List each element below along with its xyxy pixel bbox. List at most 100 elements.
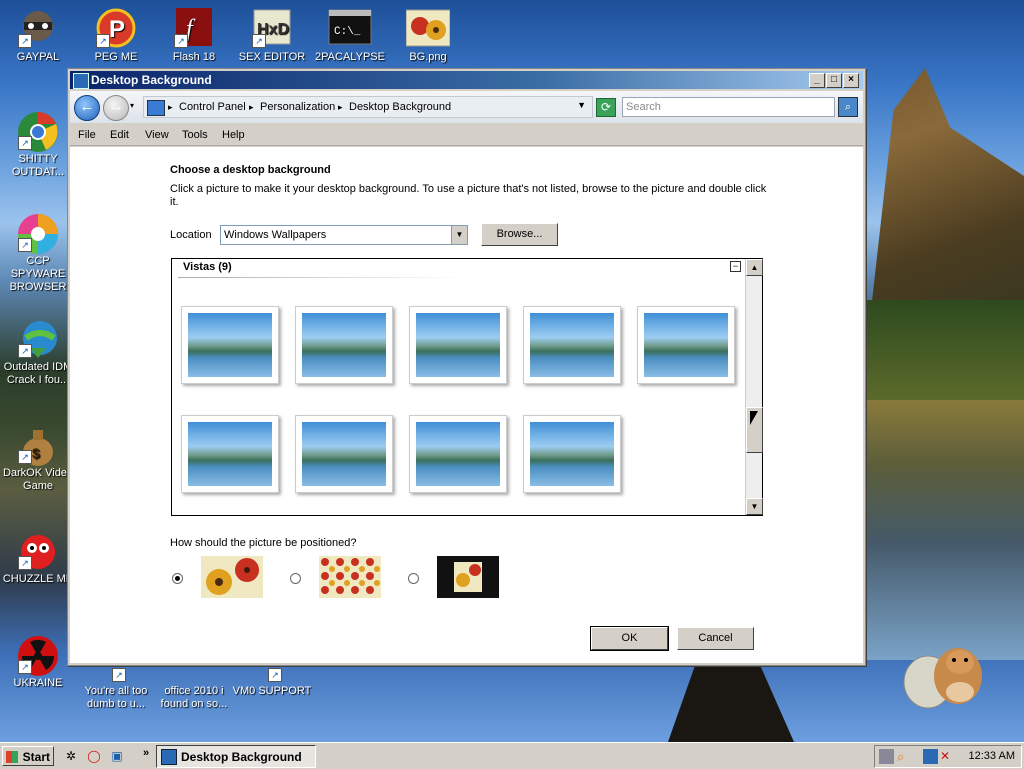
breadcrumb-personalization[interactable]: Personalization [260, 101, 335, 113]
menu-help[interactable]: Help [222, 129, 245, 141]
search-tray-icon[interactable]: ⌕ [897, 749, 912, 764]
wallpaper-thumbnail[interactable] [523, 306, 621, 384]
control-panel-icon [147, 100, 165, 116]
wallpaper-thumbnail[interactable] [295, 306, 393, 384]
network-tray-icon[interactable] [923, 749, 938, 764]
desktop-icon-office-2010[interactable]: office 2010 i found on so... [154, 664, 234, 711]
windows-logo-icon [6, 751, 18, 763]
vista-wallpaper-image [188, 422, 272, 486]
page-description: Click a picture to make it your desktop … [170, 183, 767, 208]
desktop-icon-sex-editor[interactable]: HxD ↗ SEX EDITOR [232, 8, 312, 64]
maximize-button[interactable]: □ [826, 73, 842, 88]
gear-icon[interactable]: ✲ [63, 748, 79, 764]
location-label: Location [170, 229, 212, 241]
svg-text:P: P [109, 16, 125, 43]
desktop-icon-2pacalypse[interactable]: C:\_ 2PACALYPSE [310, 8, 390, 64]
browse-button[interactable]: Browse... [481, 223, 558, 246]
terminal-icon: C:\_ [328, 8, 372, 48]
taskbar: Start ✲ ◯ ▣ » Desktop Background ⌕ ✕ 12:… [0, 742, 1024, 769]
refresh-icon[interactable]: ⟳ [596, 98, 616, 117]
address-dropdown-icon[interactable]: ▼ [577, 100, 586, 110]
breadcrumb-control-panel[interactable]: Control Panel [179, 101, 246, 113]
taskbar-item-label: Desktop Background [181, 750, 302, 764]
chevron-down-icon[interactable]: ▼ [451, 226, 467, 244]
title-bar[interactable]: Desktop Background _ □ × [70, 71, 863, 89]
minimize-button[interactable]: _ [809, 73, 825, 88]
navigation-bar: ← → ▾ ▸ Control Panel ▸ Personalization … [70, 91, 863, 123]
window-title: Desktop Background [91, 73, 212, 87]
flash-icon: f ↗ [172, 8, 216, 48]
raccoon-icon: ↗ [16, 8, 60, 48]
wallpaper-thumbnail[interactable] [637, 306, 735, 384]
scroll-down-icon[interactable]: ▼ [746, 498, 763, 515]
position-center-radio[interactable] [408, 573, 419, 584]
group-divider [178, 277, 464, 278]
vista-wallpaper-image [302, 422, 386, 486]
position-stretch-image[interactable] [201, 556, 263, 598]
search-input[interactable]: Search [622, 97, 835, 117]
position-question: How should the picture be positioned? [170, 537, 357, 549]
scroll-up-icon[interactable]: ▲ [746, 259, 763, 276]
close-button[interactable]: × [843, 73, 859, 88]
system-tray: ⌕ ✕ 12:33 AM [874, 745, 1022, 768]
history-dropdown-icon[interactable]: ▾ [130, 101, 134, 110]
desktop-icon-youre-all-too-dumb[interactable]: ↗ You're all too dumb to u... [76, 664, 156, 711]
start-button[interactable]: Start [2, 746, 54, 766]
desktop-icon-gaypal[interactable]: ↗ GAYPAL [0, 8, 78, 64]
window-icon [161, 749, 177, 765]
position-center-image[interactable] [437, 556, 499, 598]
network-icon[interactable]: ▣ [109, 748, 125, 764]
menu-edit[interactable]: Edit [110, 129, 129, 141]
clock[interactable]: 12:33 AM [969, 750, 1015, 762]
opera-icon[interactable]: ◯ [86, 748, 102, 764]
position-tile-radio[interactable] [290, 573, 301, 584]
forward-arrow-icon: → [108, 98, 124, 115]
back-arrow-icon: ← [79, 98, 95, 115]
search-icon[interactable]: ⌕ [838, 97, 858, 117]
menu-bar: File Edit View Tools Help [70, 125, 863, 146]
quicklaunch-expand-icon[interactable]: » [143, 747, 149, 759]
forward-button[interactable]: → [103, 95, 129, 121]
idm-globe-icon: ↗ [16, 318, 60, 358]
menu-file[interactable]: File [78, 129, 96, 141]
taskbar-item-desktop-background[interactable]: Desktop Background [156, 745, 316, 768]
wallpaper-thumbnail[interactable] [181, 415, 279, 493]
desktop-icon-flash-18[interactable]: f ↗ Flash 18 [154, 8, 234, 64]
location-select[interactable]: Windows Wallpapers ▼ [220, 225, 468, 245]
wallpaper-gallery: Vistas (9) − ▲ ▼ [171, 258, 763, 516]
flower-image-icon [405, 8, 451, 48]
cancel-button[interactable]: Cancel [677, 627, 754, 650]
hamster-image [903, 648, 982, 709]
position-tile-image[interactable] [319, 556, 381, 598]
vista-wallpaper-image [644, 313, 728, 377]
desktop-icon-vm0-support[interactable]: ↗ VM0 SUPPORT [232, 664, 312, 698]
speaker-muted-icon[interactable]: ✕ [940, 749, 955, 764]
menu-tools[interactable]: Tools [182, 129, 208, 141]
location-value: Windows Wallpapers [224, 229, 327, 241]
tray-app-icon[interactable] [879, 749, 894, 764]
collapse-icon[interactable]: − [730, 261, 741, 272]
folder-icon [172, 664, 216, 682]
address-bar[interactable]: ▸ Control Panel ▸ Personalization ▸ Desk… [143, 96, 593, 118]
ok-button[interactable]: OK [590, 626, 669, 651]
vista-wallpaper-image [416, 313, 500, 377]
desktop-icon-bg-png[interactable]: BG.png [388, 8, 468, 64]
wallpaper-thumbnail[interactable] [409, 415, 507, 493]
desktop-background-window: Desktop Background _ □ × ← → ▾ ▸ Control… [67, 68, 866, 666]
breadcrumb-desktop-background[interactable]: Desktop Background [349, 101, 451, 113]
background-lake [866, 400, 1024, 660]
hxd-icon: HxD ↗ [250, 8, 294, 48]
vista-wallpaper-image [530, 313, 614, 377]
position-stretch-radio[interactable] [172, 573, 183, 584]
wallpaper-thumbnail[interactable] [409, 306, 507, 384]
group-title: Vistas (9) [183, 261, 232, 273]
radio-selected-dot [175, 576, 180, 581]
back-button[interactable]: ← [74, 95, 100, 121]
gallery-scrollbar[interactable]: ▲ ▼ [745, 259, 763, 515]
wallpaper-thumbnail[interactable] [181, 306, 279, 384]
wallpaper-thumbnail[interactable] [295, 415, 393, 493]
menu-view[interactable]: View [145, 129, 169, 141]
wallpaper-thumbnail[interactable] [523, 415, 621, 493]
mouse-cursor-icon [750, 411, 758, 425]
desktop-icon-peg-me[interactable]: P ↗ PEG ME [76, 8, 156, 64]
